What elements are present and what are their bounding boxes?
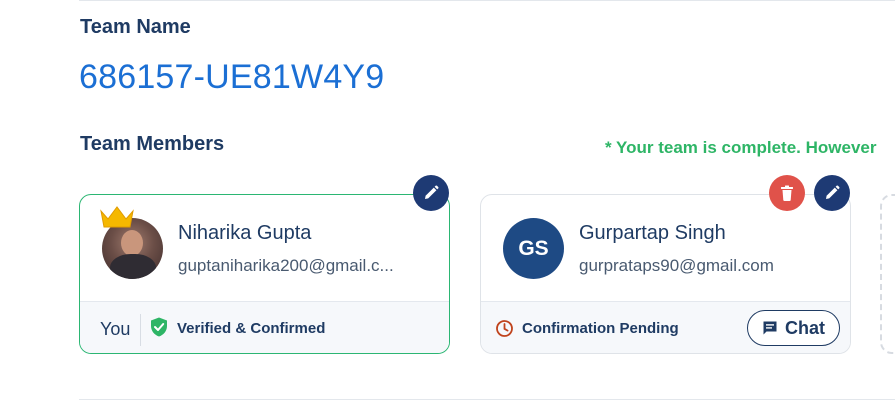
team-members-label: Team Members <box>80 133 225 155</box>
member-email: guptaniharika200@gmail.c... <box>178 256 394 275</box>
pencil-icon <box>425 185 439 199</box>
status-pending: Confirmation Pending <box>522 320 679 337</box>
member-card-body: Niharika Gupta guptaniharika200@gmail.c.… <box>80 195 449 301</box>
member-name: Gurpartap Singh <box>579 222 726 244</box>
bottom-divider <box>79 399 895 400</box>
trash-icon <box>781 185 793 201</box>
delete-member-button[interactable] <box>769 175 805 211</box>
team-name-label: Team Name <box>80 16 191 38</box>
member-card-footer: Confirmation Pending Chat <box>481 301 850 353</box>
avatar-initials: GS <box>503 218 564 279</box>
member-card: GS Gurpartap Singh gurprataps90@gmail.co… <box>480 194 851 354</box>
chat-button-label: Chat <box>785 317 825 338</box>
member-email: gurprataps90@gmail.com <box>579 256 774 275</box>
edit-member-button[interactable] <box>814 175 850 211</box>
member-name: Niharika Gupta <box>178 222 312 244</box>
member-card-body: GS Gurpartap Singh gurprataps90@gmail.co… <box>481 195 850 301</box>
member-card-leader: Niharika Gupta guptaniharika200@gmail.c.… <box>79 194 450 354</box>
top-divider <box>79 0 895 1</box>
member-card-footer: You Verified & Confirmed <box>80 301 449 353</box>
team-complete-notice: * Your team is complete. However <box>605 138 877 157</box>
crown-icon <box>100 206 134 228</box>
clock-icon <box>496 320 513 337</box>
pencil-icon <box>826 185 840 199</box>
footer-divider <box>140 314 141 346</box>
edit-leader-button[interactable] <box>413 175 449 211</box>
status-verified: Verified & Confirmed <box>177 320 326 337</box>
add-member-placeholder[interactable] <box>880 194 895 354</box>
team-name-value: 686157-UE81W4Y9 <box>79 58 385 96</box>
you-label: You <box>100 319 131 339</box>
shield-check-icon <box>151 317 167 337</box>
chat-icon <box>763 321 777 335</box>
chat-button[interactable]: Chat <box>747 310 840 346</box>
